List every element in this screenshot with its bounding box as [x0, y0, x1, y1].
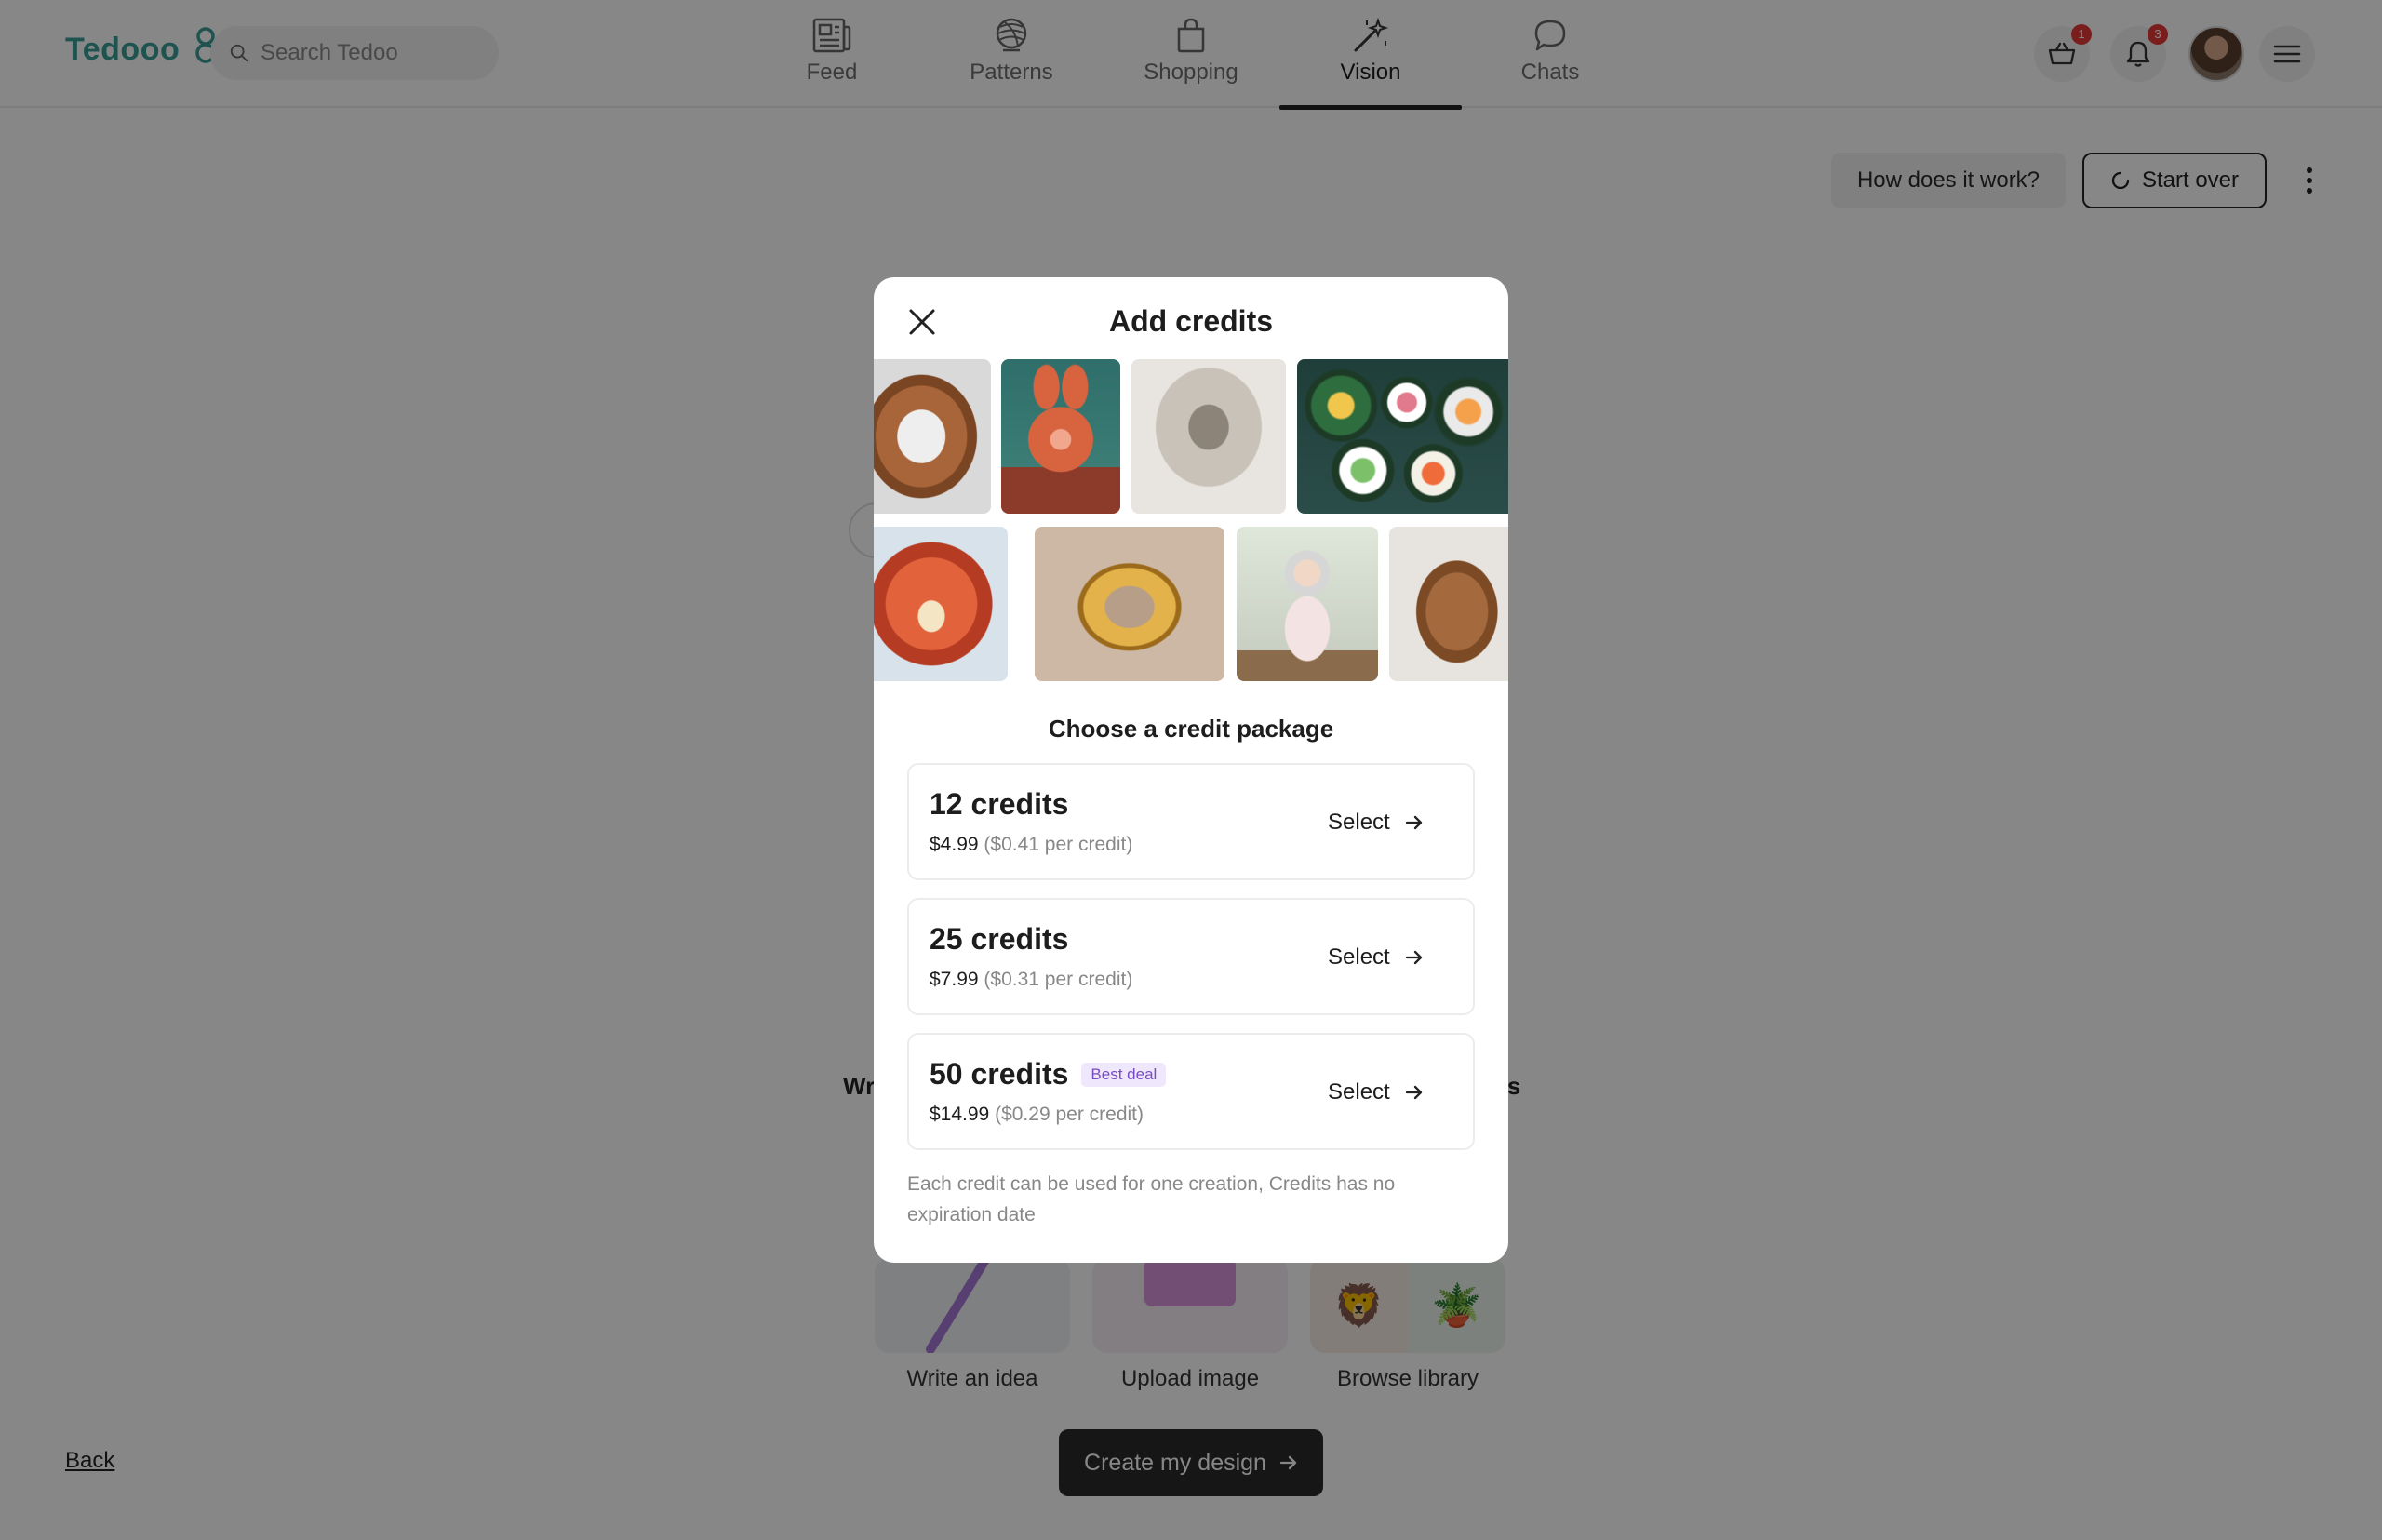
arrow-right-icon [1405, 950, 1422, 965]
add-credits-modal: Add credits Choose a credit package 12 c… [874, 277, 1508, 1263]
package-price: $7.99 ($0.31 per credit) [930, 969, 1133, 990]
package-card-12[interactable]: 12 credits $4.99 ($0.41 per credit) Sele… [907, 763, 1475, 880]
package-title: 25 credits [930, 922, 1069, 956]
select-button[interactable]: Select [1328, 939, 1424, 976]
package-title: 50 credits Best deal [930, 1057, 1167, 1091]
gallery-image-cat-cushion [874, 527, 1008, 681]
package-card-25[interactable]: 25 credits $7.99 ($0.31 per credit) Sele… [907, 898, 1475, 1015]
gallery-image-knit-doll [1237, 527, 1378, 681]
gallery-image-cat-pillow [1131, 359, 1286, 514]
gallery-image-crochet-bunny [1001, 359, 1120, 514]
credits-note: Each credit can be used for one creation… [907, 1173, 1396, 1225]
package-price: $4.99 ($0.41 per credit) [930, 834, 1133, 855]
gallery-image-crochet-sushi [1297, 359, 1508, 514]
gallery-image-carved-vase [1389, 527, 1508, 681]
gallery-image-gold-ring [1035, 527, 1224, 681]
package-title: 12 credits [930, 787, 1069, 821]
package-card-50[interactable]: 50 credits Best deal $14.99 ($0.29 per c… [907, 1033, 1475, 1150]
select-button[interactable]: Select [1328, 804, 1424, 841]
best-deal-badge: Best deal [1081, 1062, 1167, 1087]
select-button[interactable]: Select [1328, 1074, 1424, 1111]
arrow-right-icon [1405, 1085, 1422, 1100]
package-price: $14.99 ($0.29 per credit) [930, 1104, 1144, 1125]
package-heading: Choose a credit package [1048, 715, 1334, 743]
gallery-image-wood-ring [874, 359, 991, 514]
modal-title: Add credits [1108, 304, 1274, 338]
arrow-right-icon [1405, 815, 1422, 830]
